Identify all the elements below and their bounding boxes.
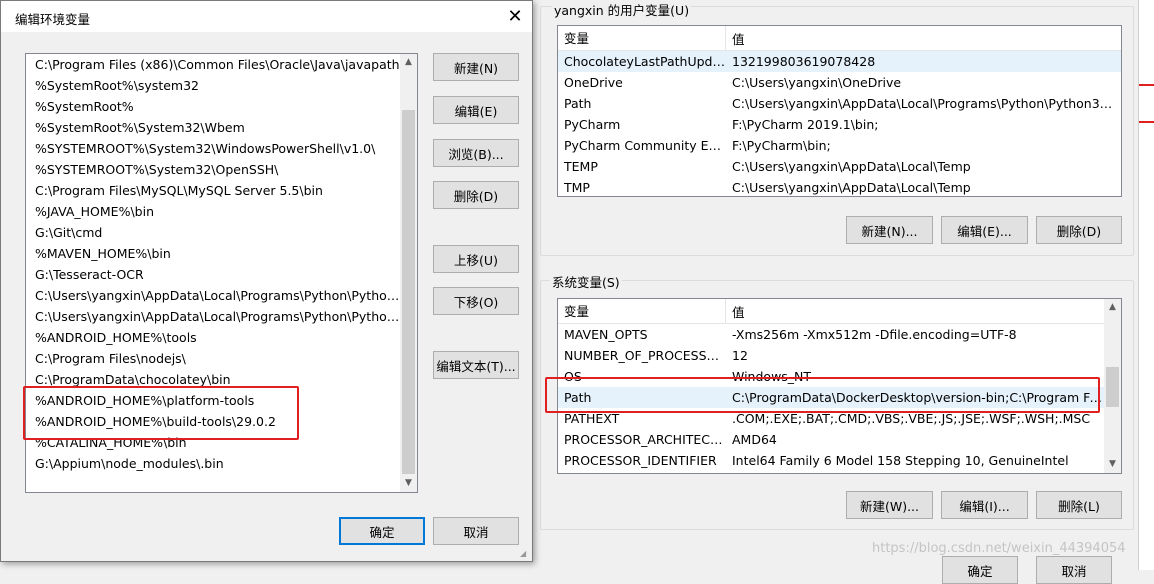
variable-value: AMD64 xyxy=(732,432,777,447)
user-vars-list[interactable]: 变量 值 ChocolateyLastPathUpdate 13219980361… xyxy=(557,25,1122,197)
user-new-button[interactable]: 新建(N)... xyxy=(846,216,933,244)
path-entry[interactable]: G:\Appium\node_modules\.bin xyxy=(26,453,402,474)
variable-value: F:\PyCharm 2019.1\bin; xyxy=(732,117,879,132)
main-cancel-button[interactable]: 取消 xyxy=(1036,556,1112,584)
move-up-button[interactable]: 上移(U) xyxy=(433,245,519,273)
user-delete-button[interactable]: 删除(D) xyxy=(1036,216,1122,244)
variable-name: PyCharm Community Editi... xyxy=(564,138,726,153)
variable-value: C:\Users\yangxin\AppData\Local\Temp xyxy=(732,180,971,195)
col-value-header[interactable]: 值 xyxy=(726,302,745,321)
resize-grip-icon[interactable]: ◢ xyxy=(520,549,530,559)
variable-name: PROCESSOR_ARCHITECT... xyxy=(564,432,726,447)
browse-button[interactable]: 浏览(B)... xyxy=(433,139,519,167)
system-path-highlight xyxy=(545,377,1100,413)
variable-name: MAVEN_OPTS xyxy=(564,327,648,342)
user-vars-label: yangxin 的用户变量(U) xyxy=(552,0,692,19)
path-entry[interactable]: C:\Program Files\MySQL\MySQL Server 5.5\… xyxy=(26,180,402,201)
move-down-button[interactable]: 下移(O) xyxy=(433,287,519,315)
path-entry[interactable]: G:\Tesseract-OCR xyxy=(26,264,402,285)
variable-name: TEMP xyxy=(564,159,598,174)
variable-value: -Xms256m -Xmx512m -Dfile.encoding=UTF-8 xyxy=(732,327,1017,342)
behind-window-right-edge xyxy=(1138,0,1154,570)
system-vars-header: 变量 值 xyxy=(558,299,1121,324)
scroll-down-arrow-icon[interactable]: ▼ xyxy=(1104,456,1121,473)
new-button[interactable]: 新建(N) xyxy=(433,53,519,81)
variable-row[interactable]: MAVEN_OPTS -Xms256m -Xmx512m -Dfile.encod… xyxy=(558,324,1106,345)
path-entry[interactable]: C:\Users\yangxin\AppData\Local\Programs\… xyxy=(26,306,402,327)
col-name-header[interactable]: 变量 xyxy=(558,299,726,324)
variable-value: 12 xyxy=(732,348,748,363)
path-entry[interactable]: %MAVEN_HOME%\bin xyxy=(26,243,402,264)
variable-value: C:\Users\yangxin\OneDrive xyxy=(732,75,902,90)
scroll-thumb[interactable] xyxy=(1106,367,1119,407)
variable-row[interactable]: TEMP C:\Users\yangxin\AppData\Local\Temp xyxy=(558,156,1121,177)
delete-button[interactable]: 删除(D) xyxy=(433,181,519,209)
android-paths-highlight xyxy=(23,386,299,440)
variable-row[interactable]: Path C:\Users\yangxin\AppData\Local\Progr… xyxy=(558,93,1121,114)
user-edit-button[interactable]: 编辑(E)... xyxy=(941,216,1028,244)
variable-row[interactable]: PROCESSOR_ARCHITECT... AMD64 xyxy=(558,429,1106,450)
path-entry[interactable]: %SystemRoot%\System32\Wbem xyxy=(26,117,402,138)
watermark: https://blog.csdn.net/weixin_44394054 xyxy=(872,541,1126,556)
variable-value: C:\Users\yangxin\AppData\Local\Programs\… xyxy=(732,96,1120,111)
variable-row[interactable]: NUMBER_OF_PROCESSORS 12 xyxy=(558,345,1106,366)
path-entry[interactable]: %SYSTEMROOT%\System32\WindowsPowerShell\… xyxy=(26,138,402,159)
path-list-scrollbar[interactable]: ▲ ▼ xyxy=(400,54,417,492)
path-entry[interactable]: C:\Program Files\nodejs\ xyxy=(26,348,402,369)
variable-name: OneDrive xyxy=(564,75,623,90)
variable-name: Path xyxy=(564,96,592,111)
scroll-thumb[interactable] xyxy=(402,110,415,474)
path-entry[interactable]: %SystemRoot% xyxy=(26,96,402,117)
path-entry[interactable]: C:\Users\yangxin\AppData\Local\Programs\… xyxy=(26,285,402,306)
system-new-button[interactable]: 新建(W)... xyxy=(846,491,933,519)
system-delete-button[interactable]: 删除(L) xyxy=(1036,491,1122,519)
variable-name: PROCESSOR_IDENTIFIER xyxy=(564,453,717,468)
variable-row[interactable]: OneDrive C:\Users\yangxin\OneDrive xyxy=(558,72,1121,93)
system-edit-button[interactable]: 编辑(I)... xyxy=(941,491,1028,519)
path-entry[interactable]: %JAVA_HOME%\bin xyxy=(26,201,402,222)
path-entry[interactable]: G:\Git\cmd xyxy=(26,222,402,243)
main-ok-button[interactable]: 确定 xyxy=(942,556,1018,584)
col-name-header[interactable]: 变量 xyxy=(558,26,726,51)
ok-button[interactable]: 确定 xyxy=(339,517,425,545)
variable-name: ChocolateyLastPathUpdate xyxy=(564,54,726,69)
variable-row[interactable]: PyCharm F:\PyCharm 2019.1\bin; xyxy=(558,114,1121,135)
col-value-header[interactable]: 值 xyxy=(726,29,745,48)
variable-value: C:\Users\yangxin\AppData\Local\Temp xyxy=(732,159,971,174)
edit-env-variable-dialog: 编辑环境变量 ✕ C:\Program Files (x86)\Common F… xyxy=(0,0,533,562)
variable-row[interactable]: PROCESSOR_IDENTIFIER Intel64 Family 6 Mod… xyxy=(558,450,1106,471)
variable-name: PyCharm xyxy=(564,117,621,132)
variable-value: 132199803619078428 xyxy=(732,54,876,69)
path-entry[interactable]: %SYSTEMROOT%\System32\OpenSSH\ xyxy=(26,159,402,180)
scroll-up-arrow-icon[interactable]: ▲ xyxy=(1104,299,1121,316)
variable-name: TMP xyxy=(564,180,590,195)
scroll-up-arrow-icon[interactable]: ▲ xyxy=(400,54,417,71)
dialog-title: 编辑环境变量 xyxy=(15,12,91,27)
variable-value: F:\PyCharm\bin; xyxy=(732,138,831,153)
variable-row[interactable]: ChocolateyLastPathUpdate 1321998036190784… xyxy=(558,51,1121,72)
variable-row[interactable]: PyCharm Community Editi... F:\PyCharm\bin… xyxy=(558,135,1121,156)
edit-text-button[interactable]: 编辑文本(T)... xyxy=(433,351,519,379)
path-entry[interactable]: C:\Program Files (x86)\Common Files\Orac… xyxy=(26,54,402,75)
variable-row[interactable]: TMP C:\Users\yangxin\AppData\Local\Temp xyxy=(558,177,1121,196)
cancel-button[interactable]: 取消 xyxy=(433,517,519,545)
path-entry[interactable]: %SystemRoot%\system32 xyxy=(26,75,402,96)
edit-button[interactable]: 编辑(E) xyxy=(433,96,519,124)
variable-value: Intel64 Family 6 Model 158 Stepping 10, … xyxy=(732,453,1069,468)
path-entry[interactable]: %ANDROID_HOME%\tools xyxy=(26,327,402,348)
close-icon[interactable]: ✕ xyxy=(498,1,532,32)
system-vars-scrollbar[interactable]: ▲ ▼ xyxy=(1104,299,1121,473)
dialog-titlebar[interactable]: 编辑环境变量 ✕ xyxy=(1,1,532,32)
system-vars-label: 系统变量(S) xyxy=(550,272,622,291)
scroll-down-arrow-icon[interactable]: ▼ xyxy=(400,475,417,492)
user-vars-header: 变量 值 xyxy=(558,26,1121,51)
variable-name: NUMBER_OF_PROCESSORS xyxy=(564,348,726,363)
